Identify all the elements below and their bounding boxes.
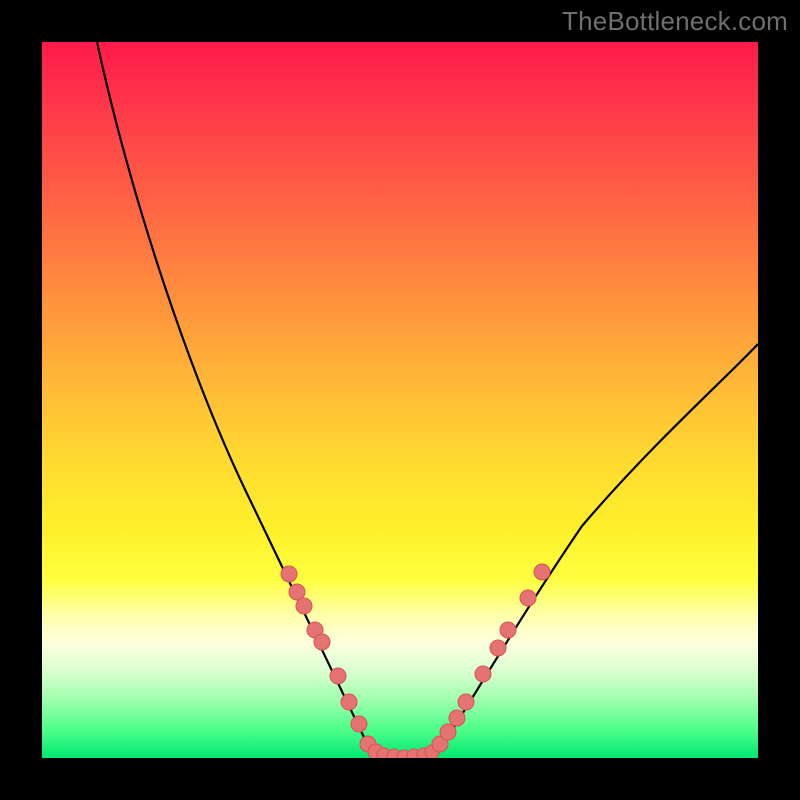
data-marker — [289, 584, 305, 600]
data-marker — [520, 590, 536, 606]
data-marker — [458, 694, 474, 710]
data-marker — [440, 724, 456, 740]
data-marker — [449, 710, 465, 726]
data-marker — [296, 598, 312, 614]
data-marker — [500, 622, 516, 638]
curve-left — [97, 42, 372, 754]
plot-area — [42, 42, 758, 758]
data-marker — [534, 564, 550, 580]
curve-right — [437, 344, 758, 754]
data-marker — [341, 694, 357, 710]
data-marker — [314, 634, 330, 650]
watermark-text: TheBottleneck.com — [562, 6, 788, 37]
marker-layer — [281, 564, 550, 758]
data-marker — [330, 668, 346, 684]
chart-svg — [42, 42, 758, 758]
data-marker — [281, 566, 297, 582]
data-marker — [351, 716, 367, 732]
line-series — [97, 42, 758, 758]
chart-frame: TheBottleneck.com — [0, 0, 800, 800]
data-marker — [475, 666, 491, 682]
data-marker — [490, 640, 506, 656]
